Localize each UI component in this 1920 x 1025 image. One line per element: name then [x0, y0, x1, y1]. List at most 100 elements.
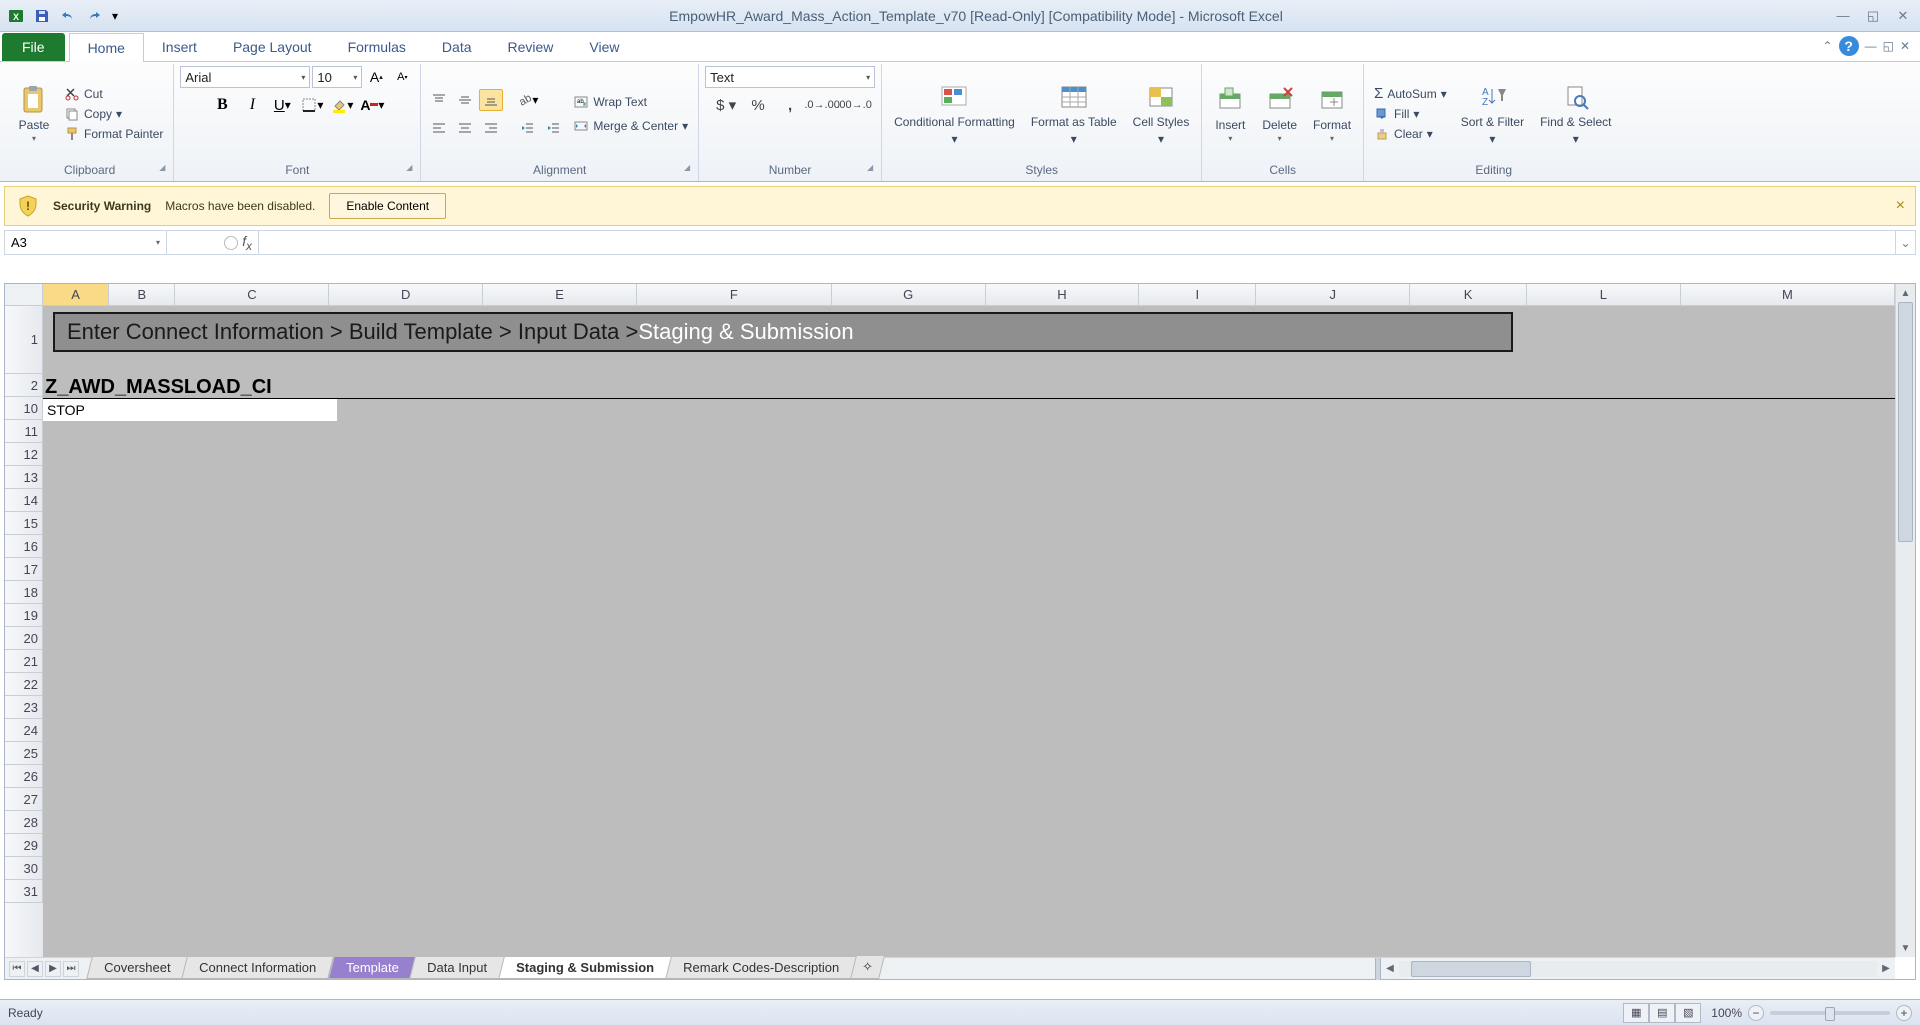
row-header-13[interactable]: 13 [5, 466, 43, 489]
row-header-21[interactable]: 21 [5, 650, 43, 673]
tab-page-layout[interactable]: Page Layout [215, 33, 330, 61]
formula-expand-icon[interactable]: ⌄ [1895, 231, 1915, 254]
zoom-slider[interactable] [1770, 1011, 1890, 1015]
italic-icon[interactable]: I [240, 94, 264, 116]
restore-button[interactable]: ◱ [1860, 6, 1886, 26]
row-header-27[interactable]: 27 [5, 788, 43, 811]
tab-review[interactable]: Review [490, 33, 572, 61]
minimize-button[interactable]: — [1830, 6, 1856, 26]
underline-icon[interactable]: U▾ [270, 94, 294, 116]
tab-nav-prev-icon[interactable]: ◀ [27, 961, 43, 977]
close-button[interactable]: ✕ [1890, 6, 1916, 26]
cell-a2[interactable]: Z_AWD_MASSLOAD_CI [45, 376, 272, 399]
scroll-down-icon[interactable]: ▼ [1896, 939, 1915, 957]
delete-cells-button[interactable]: Delete▾ [1256, 80, 1303, 148]
col-header-I[interactable]: I [1139, 284, 1256, 306]
sheet-tab-template[interactable]: Template [328, 957, 416, 979]
h-scroll-thumb[interactable] [1411, 961, 1531, 977]
decrease-indent-icon[interactable] [515, 117, 539, 139]
row-header-12[interactable]: 12 [5, 443, 43, 466]
increase-decimal-icon[interactable]: .0→.00 [810, 94, 834, 116]
col-header-J[interactable]: J [1256, 284, 1410, 306]
align-right-icon[interactable] [479, 117, 503, 139]
scroll-right-icon[interactable]: ▶ [1877, 963, 1895, 974]
cell-styles-button[interactable]: Cell Styles ▾ [1127, 77, 1196, 149]
row-header-22[interactable]: 22 [5, 673, 43, 696]
align-center-icon[interactable] [453, 117, 477, 139]
conditional-formatting-button[interactable]: Conditional Formatting ▾ [888, 77, 1021, 149]
tab-data[interactable]: Data [424, 33, 490, 61]
row-header-30[interactable]: 30 [5, 857, 43, 880]
align-left-icon[interactable] [427, 117, 451, 139]
grow-font-icon[interactable]: A▴ [364, 66, 388, 88]
sheet-tab-staging-submission[interactable]: Staging & Submission [499, 957, 672, 979]
vertical-scrollbar[interactable]: ▲ ▼ [1895, 284, 1915, 957]
col-header-E[interactable]: E [483, 284, 637, 306]
select-all-corner[interactable] [5, 284, 43, 306]
row-header-20[interactable]: 20 [5, 627, 43, 650]
tab-view[interactable]: View [571, 33, 637, 61]
scroll-left-icon[interactable]: ◀ [1381, 963, 1399, 974]
tab-nav-next-icon[interactable]: ▶ [45, 961, 61, 977]
help-icon[interactable]: ? [1839, 36, 1859, 56]
sheet-tab-data-input[interactable]: Data Input [410, 957, 505, 979]
row-header-2[interactable]: 2 [5, 374, 43, 397]
percent-format-icon[interactable]: % [746, 94, 770, 116]
merge-center-button[interactable]: Merge & Center ▾ [569, 117, 692, 135]
workbook-restore-icon[interactable]: ◱ [1883, 39, 1894, 53]
normal-view-icon[interactable]: ▦ [1623, 1003, 1649, 1023]
insert-cells-button[interactable]: Insert▾ [1208, 80, 1252, 148]
row-header-23[interactable]: 23 [5, 696, 43, 719]
row-header-25[interactable]: 25 [5, 742, 43, 765]
row-header-1[interactable]: 1 [5, 306, 43, 374]
fill-color-icon[interactable]: ▾ [330, 94, 354, 116]
row-header-19[interactable]: 19 [5, 604, 43, 627]
col-header-D[interactable]: D [329, 284, 483, 306]
row-header-18[interactable]: 18 [5, 581, 43, 604]
fx-icon[interactable]: fx [242, 233, 252, 253]
row-header-17[interactable]: 17 [5, 558, 43, 581]
tab-formulas[interactable]: Formulas [330, 33, 424, 61]
comma-format-icon[interactable]: , [778, 94, 802, 116]
sheet-tab-coversheet[interactable]: Coversheet [86, 957, 188, 979]
tab-nav-first-icon[interactable]: ⏮ [9, 961, 25, 977]
row-header-16[interactable]: 16 [5, 535, 43, 558]
excel-icon[interactable]: X [4, 4, 28, 28]
font-name-combo[interactable]: Arial▾ [180, 66, 310, 88]
orientation-icon[interactable]: ab▾ [515, 89, 539, 111]
wrap-text-button[interactable]: abWrap Text [569, 93, 692, 111]
sheet-tab-remark-codes-description[interactable]: Remark Codes-Description [666, 957, 858, 979]
enable-content-button[interactable]: Enable Content [329, 193, 446, 219]
copy-button[interactable]: Copy ▾ [60, 105, 167, 123]
align-bottom-icon[interactable] [479, 89, 503, 111]
save-icon[interactable] [30, 4, 54, 28]
redo-icon[interactable] [82, 4, 106, 28]
h-scrollbar[interactable] [1399, 961, 1877, 977]
paste-button[interactable]: Paste▾ [12, 80, 56, 148]
fill-button[interactable]: Fill ▾ [1370, 105, 1451, 123]
tab-insert[interactable]: Insert [144, 33, 215, 61]
col-header-K[interactable]: K [1410, 284, 1527, 306]
cut-button[interactable]: Cut [60, 85, 167, 103]
tab-home[interactable]: Home [69, 33, 144, 62]
v-scroll-thumb[interactable] [1898, 302, 1913, 542]
col-header-A[interactable]: A [43, 284, 109, 306]
page-break-view-icon[interactable]: ▧ [1675, 1003, 1701, 1023]
undo-icon[interactable] [56, 4, 80, 28]
col-header-M[interactable]: M [1681, 284, 1895, 306]
file-tab[interactable]: File [2, 33, 65, 61]
sort-filter-button[interactable]: AZSort & Filter ▾ [1455, 77, 1530, 149]
name-box[interactable]: A3▾ [5, 231, 167, 254]
workbook-close-icon[interactable]: ✕ [1900, 39, 1910, 53]
font-color-icon[interactable]: A▾ [360, 94, 384, 116]
find-select-button[interactable]: Find & Select ▾ [1534, 77, 1617, 149]
zoom-level[interactable]: 100% [1711, 1006, 1742, 1020]
ribbon-minimize-icon[interactable]: ⌃ [1823, 39, 1833, 53]
row-header-29[interactable]: 29 [5, 834, 43, 857]
col-header-C[interactable]: C [175, 284, 329, 306]
page-layout-view-icon[interactable]: ▤ [1649, 1003, 1675, 1023]
row-header-11[interactable]: 11 [5, 420, 43, 443]
security-close-icon[interactable]: × [1896, 197, 1905, 215]
new-sheet-button[interactable]: ✧ [850, 956, 885, 979]
zoom-in-icon[interactable]: + [1896, 1005, 1912, 1021]
